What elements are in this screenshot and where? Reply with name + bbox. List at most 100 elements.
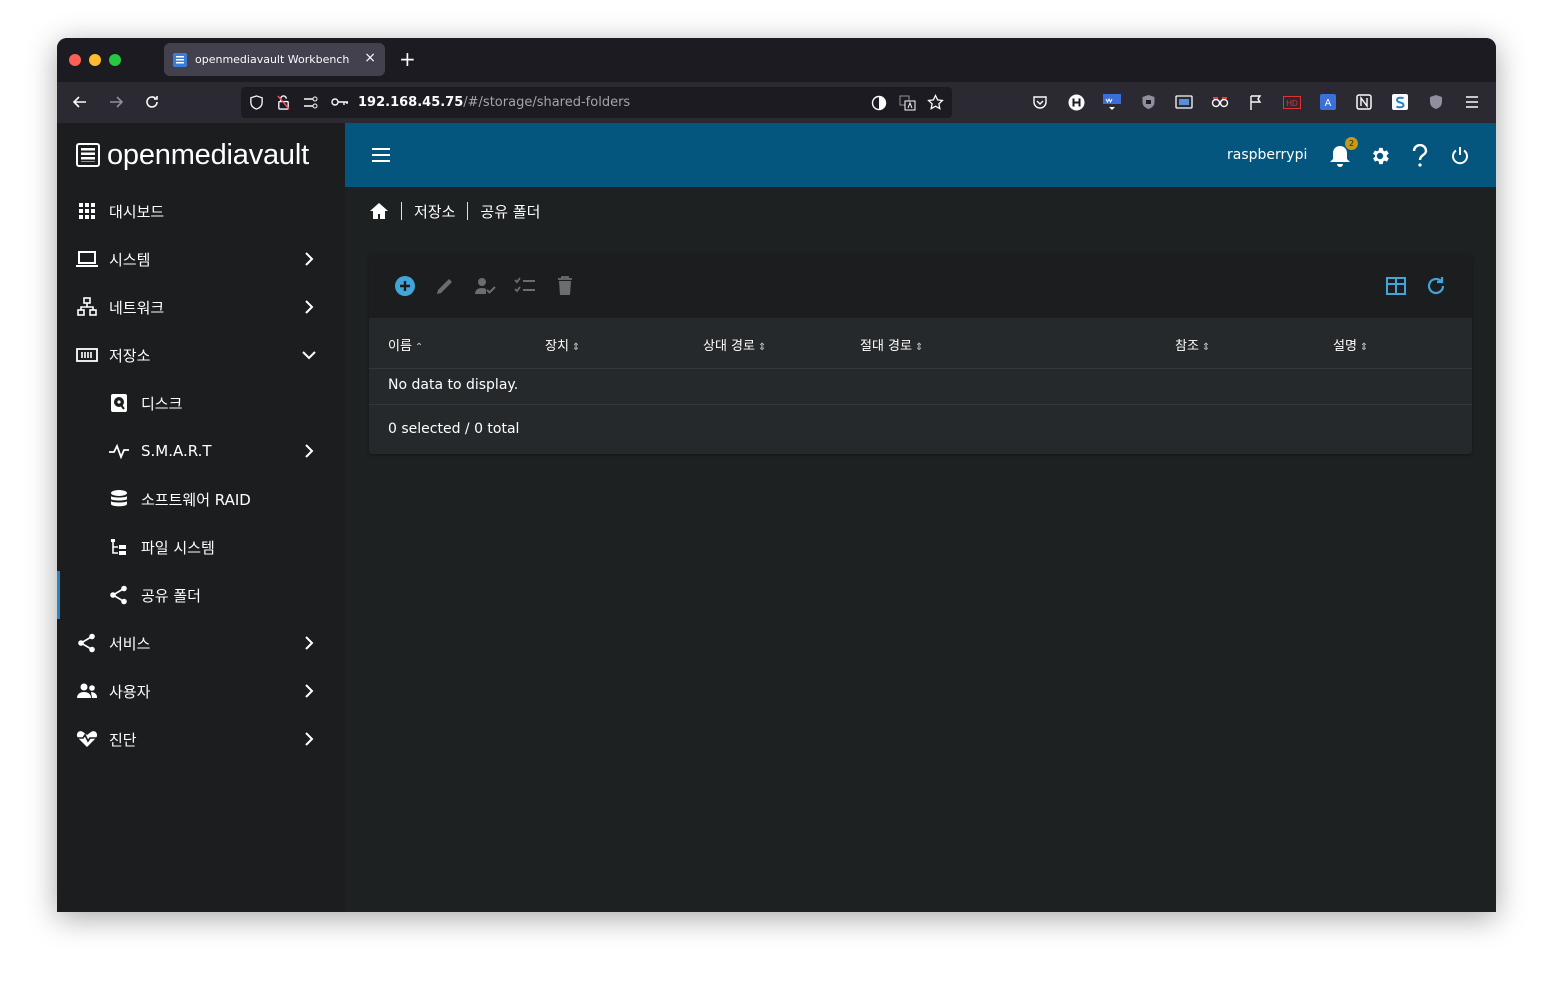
edit-button[interactable] xyxy=(433,274,457,298)
column-header-absolute-path[interactable]: 절대 경로 ⇕ xyxy=(860,335,923,354)
minimize-window-button[interactable] xyxy=(89,54,101,66)
storage-icon xyxy=(76,344,98,366)
sidebar-item-file-systems[interactable]: 파일 시스템 xyxy=(57,523,345,571)
permissions-button[interactable] xyxy=(473,274,497,298)
refresh-button[interactable] xyxy=(1424,274,1448,298)
help-button[interactable] xyxy=(1407,143,1433,169)
network-icon xyxy=(76,296,98,318)
sidebar-item-shared-folders[interactable]: 공유 폴더 xyxy=(57,571,345,619)
notification-badge: 2 xyxy=(1345,137,1358,150)
power-icon xyxy=(1452,147,1468,165)
table-columns-icon xyxy=(1386,277,1406,295)
column-label: 이름 xyxy=(388,339,412,354)
maximize-window-button[interactable] xyxy=(109,54,121,66)
reload-button[interactable] xyxy=(140,90,164,114)
extension-hd-button[interactable]: HD xyxy=(1282,92,1302,112)
pocket-button[interactable] xyxy=(1030,92,1050,112)
column-header-relative-path[interactable]: 상대 경로 ⇕ xyxy=(703,335,766,354)
sidebar-item-label: 사용자 xyxy=(109,682,151,701)
extension-screen-button[interactable] xyxy=(1174,92,1194,112)
reader-mode-icon[interactable] xyxy=(871,95,887,111)
column-label: 설명 xyxy=(1333,339,1357,354)
column-header-device[interactable]: 장치 ⇕ xyxy=(545,335,580,354)
url-bar[interactable]: 192.168.45.75/#/storage/shared-folders xyxy=(241,87,952,118)
s-extension-icon xyxy=(1392,94,1408,110)
chevron-right-icon xyxy=(305,636,314,650)
trash-icon xyxy=(558,276,572,295)
column-label: 참조 xyxy=(1175,339,1199,354)
omv-app: openmediavault 대시보드 시스템 네트워크 저장소 디스크 S.M… xyxy=(57,123,1496,912)
delete-button[interactable] xyxy=(553,274,577,298)
chevron-right-icon xyxy=(305,732,314,746)
sidebar-item-label: 저장소 xyxy=(109,346,151,365)
acl-button[interactable] xyxy=(513,274,537,298)
sort-icon: ⇕ xyxy=(757,342,767,353)
translate-icon[interactable] xyxy=(899,95,916,111)
brand-logo[interactable]: openmediavault xyxy=(76,137,309,173)
bookmark-star-icon[interactable] xyxy=(927,94,944,111)
sidebar-item-disks[interactable]: 디스크 xyxy=(57,379,345,427)
breadcrumb-separator xyxy=(401,202,402,220)
chevron-right-icon xyxy=(305,684,314,698)
sidebar-item-label: 소프트웨어 RAID xyxy=(141,490,251,509)
sidebar-item-software-raid[interactable]: 소프트웨어 RAID xyxy=(57,475,345,523)
omv-logo-icon xyxy=(76,143,100,167)
forward-button[interactable] xyxy=(104,90,128,114)
sidebar-item-network[interactable]: 네트워크 xyxy=(57,283,345,331)
sidebar-item-diagnostics[interactable]: 진단 xyxy=(57,715,345,763)
breadcrumb-item-storage[interactable]: 저장소 xyxy=(414,201,455,222)
permissions-icon[interactable] xyxy=(276,94,291,111)
sidebar: openmediavault 대시보드 시스템 네트워크 저장소 디스크 S.M… xyxy=(57,123,345,912)
sidebar-item-system[interactable]: 시스템 xyxy=(57,235,345,283)
column-header-name[interactable]: 이름 ⌃ xyxy=(388,335,423,354)
screenshot-icon xyxy=(1175,94,1193,109)
user-check-icon xyxy=(475,278,496,294)
home-icon[interactable] xyxy=(369,202,389,220)
add-button[interactable] xyxy=(393,274,417,298)
pulse-icon xyxy=(108,440,130,462)
column-header-description[interactable]: 설명 ⇕ xyxy=(1333,335,1368,354)
url-host: 192.168.45.75 xyxy=(358,95,464,110)
sidebar-item-users[interactable]: 사용자 xyxy=(57,667,345,715)
sidebar-item-storage[interactable]: 저장소 xyxy=(57,331,345,379)
browser-menu-button[interactable] xyxy=(1462,92,1482,112)
extension-notion-button[interactable] xyxy=(1354,92,1374,112)
svg-text:A: A xyxy=(1325,98,1332,109)
extension-s-button[interactable] xyxy=(1390,92,1410,112)
column-header-references[interactable]: 참조 ⇕ xyxy=(1175,335,1210,354)
key-icon[interactable] xyxy=(331,96,349,108)
tab-close-icon[interactable]: × xyxy=(364,50,376,66)
power-button[interactable] xyxy=(1447,143,1473,169)
close-window-button[interactable] xyxy=(69,54,81,66)
back-button[interactable] xyxy=(68,90,92,114)
forward-icon xyxy=(110,96,124,108)
sort-icon: ⇕ xyxy=(1359,342,1369,353)
hostname: raspberrypi xyxy=(1227,147,1308,163)
extension-guard-button[interactable] xyxy=(1426,92,1446,112)
new-tab-button[interactable]: + xyxy=(399,48,416,70)
navigation-bar: 192.168.45.75/#/storage/shared-folders H… xyxy=(57,82,1496,123)
sidebar-item-dashboard[interactable]: 대시보드 xyxy=(57,187,345,235)
settings-button[interactable] xyxy=(1367,143,1393,169)
extension-translate-button[interactable]: A xyxy=(1318,92,1338,112)
extension-wz-button[interactable] xyxy=(1102,92,1122,112)
sidebar-item-label: 공유 폴더 xyxy=(141,586,201,605)
column-toggle-button[interactable] xyxy=(1384,274,1408,298)
chevron-right-icon xyxy=(305,252,314,266)
browser-tab[interactable]: openmediavault Workbench × xyxy=(164,43,385,76)
gear-icon xyxy=(1373,147,1389,165)
extension-glasses-button[interactable] xyxy=(1210,92,1230,112)
sidebar-item-label: 파일 시스템 xyxy=(141,538,215,557)
connection-settings-icon[interactable] xyxy=(303,95,319,110)
sidebar-item-smart[interactable]: S.M.A.R.T xyxy=(57,427,345,475)
extension-shield-button[interactable] xyxy=(1138,92,1158,112)
share-icon xyxy=(108,584,130,606)
hamburger-menu-icon[interactable] xyxy=(369,143,393,167)
sidebar-item-label: 디스크 xyxy=(141,394,183,413)
extension-flag-button[interactable] xyxy=(1246,92,1266,112)
extension-h-button[interactable] xyxy=(1066,92,1086,112)
shield-icon[interactable] xyxy=(249,95,264,110)
chevron-right-icon xyxy=(305,300,314,314)
sidebar-item-services[interactable]: 서비스 xyxy=(57,619,345,667)
url-text[interactable]: 192.168.45.75/#/storage/shared-folders xyxy=(358,95,630,110)
